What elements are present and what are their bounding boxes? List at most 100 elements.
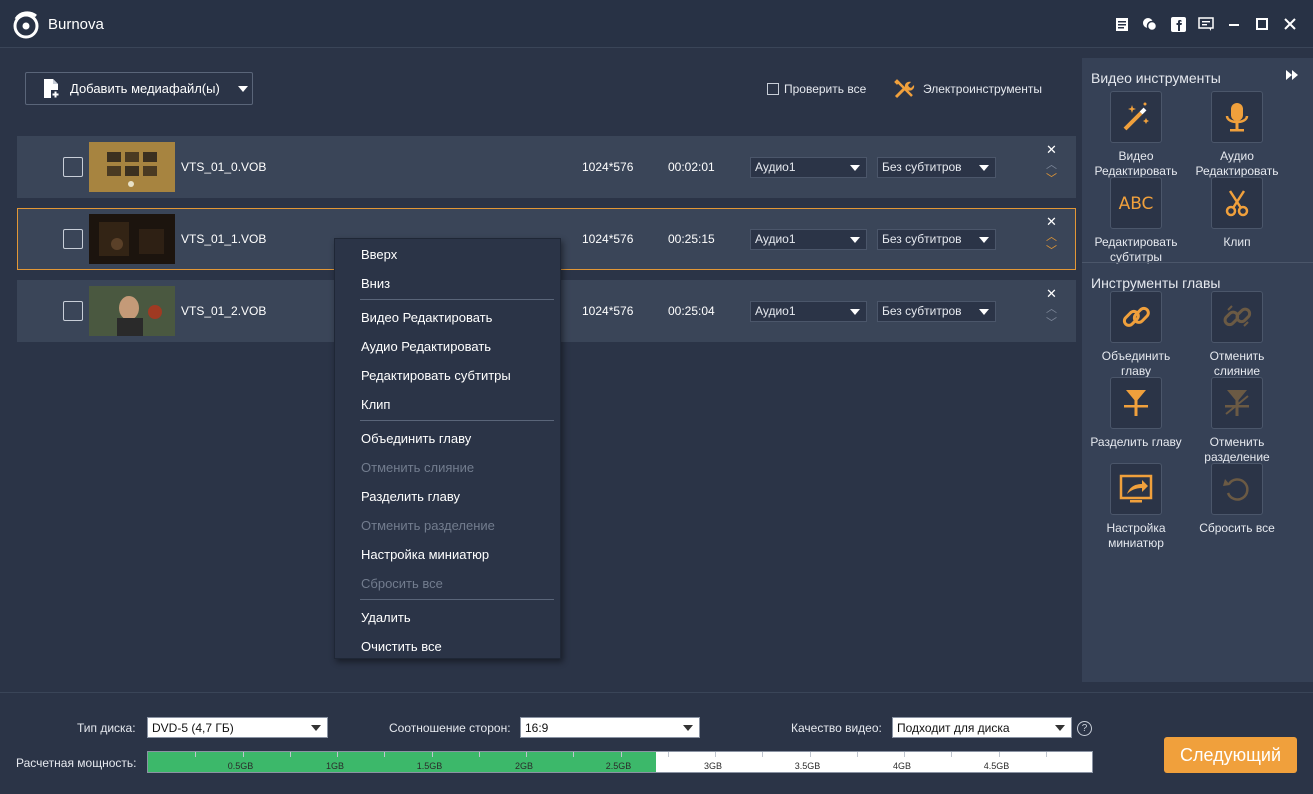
title-bar: Burnova (0, 0, 1313, 48)
menu-item-down[interactable]: Вниз (361, 276, 390, 291)
tool-label: Сбросить все (1199, 521, 1275, 535)
file-row[interactable]: VTS_01_0.VOB 1024*576 00:02:01 Аудио1 Бе… (17, 136, 1076, 198)
capacity-tick-label: 0.5GB (227, 761, 254, 771)
resolution: 1024*576 (582, 304, 634, 318)
capacity-tick (621, 752, 622, 757)
audio-track-value: Аудио1 (755, 304, 796, 318)
help-icon[interactable]: ? (1077, 721, 1092, 736)
tool-label: Разделить главу (1090, 435, 1182, 449)
capacity-bar: 0.5GB 1GB 1.5GB 2GB 2.5GB 3GB 3.5GB 4GB 4.5GB (147, 751, 1093, 773)
capacity-tick (337, 752, 338, 757)
cancel-merge-tool[interactable]: Отменить слияние (1187, 291, 1287, 379)
subtitle-select[interactable]: Без субтитров (877, 229, 996, 250)
app-title: Burnova (48, 16, 104, 33)
menu-item-up[interactable]: Вверх (361, 247, 397, 262)
register-icon[interactable] (1113, 15, 1131, 33)
aspect-ratio-label: Соотношение сторон: (389, 721, 511, 735)
menu-item-clip[interactable]: Клип (361, 397, 390, 412)
reset-icon (1223, 478, 1249, 501)
divider (1082, 262, 1313, 263)
menu-separator (360, 299, 554, 300)
clip-tool[interactable]: Клип (1187, 177, 1287, 250)
add-file-icon (44, 78, 60, 99)
tool-label: Клип (1223, 235, 1251, 249)
power-tools-label: Электроинструменты (923, 82, 1043, 96)
minimize-icon[interactable] (1225, 15, 1243, 33)
video-tools-title: Видео инструменты (1091, 70, 1221, 86)
menu-item-audio-edit[interactable]: Аудио Редактировать (361, 339, 491, 354)
video-thumbnail (89, 214, 175, 264)
audio-track-select[interactable]: Аудио1 (750, 157, 867, 178)
reset-all-tool[interactable]: Сбросить все (1187, 463, 1287, 536)
aspect-ratio-select[interactable]: 16:9 (520, 717, 700, 738)
capacity-tick (432, 752, 433, 757)
video-quality-select[interactable]: Подходит для диска (892, 717, 1072, 738)
capacity-tick (1046, 752, 1047, 757)
capacity-tick (762, 752, 763, 757)
duration: 00:02:01 (668, 160, 715, 174)
wrench-screwdriver-icon (894, 79, 915, 99)
capacity-tick-label: 1GB (325, 761, 345, 771)
maximize-icon[interactable] (1253, 15, 1271, 33)
menu-item-split-chapter[interactable]: Разделить главу (361, 489, 460, 504)
close-icon[interactable] (1281, 15, 1299, 33)
subtitle-select[interactable]: Без субтитров (877, 301, 996, 322)
feedback-icon[interactable] (1197, 15, 1215, 33)
move-down-icon[interactable]: ﹀ (1046, 242, 1057, 258)
footer (0, 692, 1313, 794)
capacity-tick-label: 3GB (703, 761, 723, 771)
capacity-tick (715, 752, 716, 757)
tool-label: Объединить (1101, 349, 1171, 363)
tool-label: Настройка (1106, 521, 1166, 535)
audio-edit-tool[interactable]: Аудио Редактировать (1187, 91, 1287, 179)
menu-item-thumbnail-settings[interactable]: Настройка миниатюр (361, 547, 489, 562)
menu-item-video-edit[interactable]: Видео Редактировать (361, 310, 492, 325)
capacity-tick (243, 752, 244, 757)
menu-item-subtitle-edit[interactable]: Редактировать субтитры (361, 368, 511, 383)
menu-item-cancel-split[interactable]: Отменить разделение (361, 518, 495, 533)
power-tools-button[interactable]: Электроинструменты (893, 78, 1042, 100)
capacity-tick (290, 752, 291, 757)
subtitle-edit-tool[interactable]: ABC Редактировать субтитры (1086, 177, 1186, 265)
menu-separator (360, 599, 554, 600)
next-button[interactable]: Следующий (1164, 737, 1297, 773)
check-all-checkbox[interactable] (767, 83, 779, 95)
add-media-button[interactable]: Добавить медиафайл(ы) (25, 72, 253, 105)
capacity-label: Расчетная мощность: (16, 756, 137, 770)
menu-item-delete[interactable]: Удалить (361, 610, 411, 625)
capacity-tick (951, 752, 952, 757)
chevron-down-icon[interactable] (237, 85, 248, 92)
move-down-icon[interactable]: ﹀ (1046, 314, 1057, 330)
cancel-split-tool[interactable]: Отменить разделение (1187, 377, 1287, 465)
video-thumbnail (89, 142, 175, 192)
merge-chapter-tool[interactable]: Объединить главу (1086, 291, 1186, 379)
capacity-tick-label: 2GB (514, 761, 534, 771)
subtitle-select[interactable]: Без субтитров (877, 157, 996, 178)
row-checkbox[interactable] (63, 229, 83, 249)
collapse-panel-icon[interactable] (1285, 69, 1299, 84)
microphone-icon (1225, 103, 1249, 132)
menu-item-clear-all[interactable]: Очистить все (361, 639, 442, 654)
chat-icon[interactable] (1141, 15, 1159, 33)
tool-label: Редактировать (1094, 235, 1178, 249)
disc-type-select[interactable]: DVD-5 (4,7 ГБ) (147, 717, 328, 738)
move-down-icon[interactable]: ﹀ (1046, 170, 1057, 186)
thumbnail-settings-tool[interactable]: Настройка миниатюр (1086, 463, 1186, 551)
capacity-tick-label: 2.5GB (605, 761, 632, 771)
duration: 00:25:15 (668, 232, 715, 246)
menu-item-cancel-merge[interactable]: Отменить слияние (361, 460, 474, 475)
capacity-tick-label: 1.5GB (416, 761, 443, 771)
check-all[interactable]: Проверить все (767, 82, 866, 96)
row-checkbox[interactable] (63, 301, 83, 321)
menu-item-reset-all[interactable]: Сбросить все (361, 576, 443, 591)
disc-type-value: DVD-5 (4,7 ГБ) (152, 721, 234, 735)
menu-item-merge-chapter[interactable]: Объединить главу (361, 431, 471, 446)
audio-track-select[interactable]: Аудио1 (750, 229, 867, 250)
audio-track-select[interactable]: Аудио1 (750, 301, 867, 322)
split-chapter-tool[interactable]: Разделить главу (1086, 377, 1186, 450)
file-name: VTS_01_0.VOB (181, 160, 267, 174)
facebook-icon[interactable] (1169, 15, 1187, 33)
row-checkbox[interactable] (63, 157, 83, 177)
menu-separator (360, 420, 554, 421)
video-edit-tool[interactable]: Видео Редактировать (1086, 91, 1186, 179)
